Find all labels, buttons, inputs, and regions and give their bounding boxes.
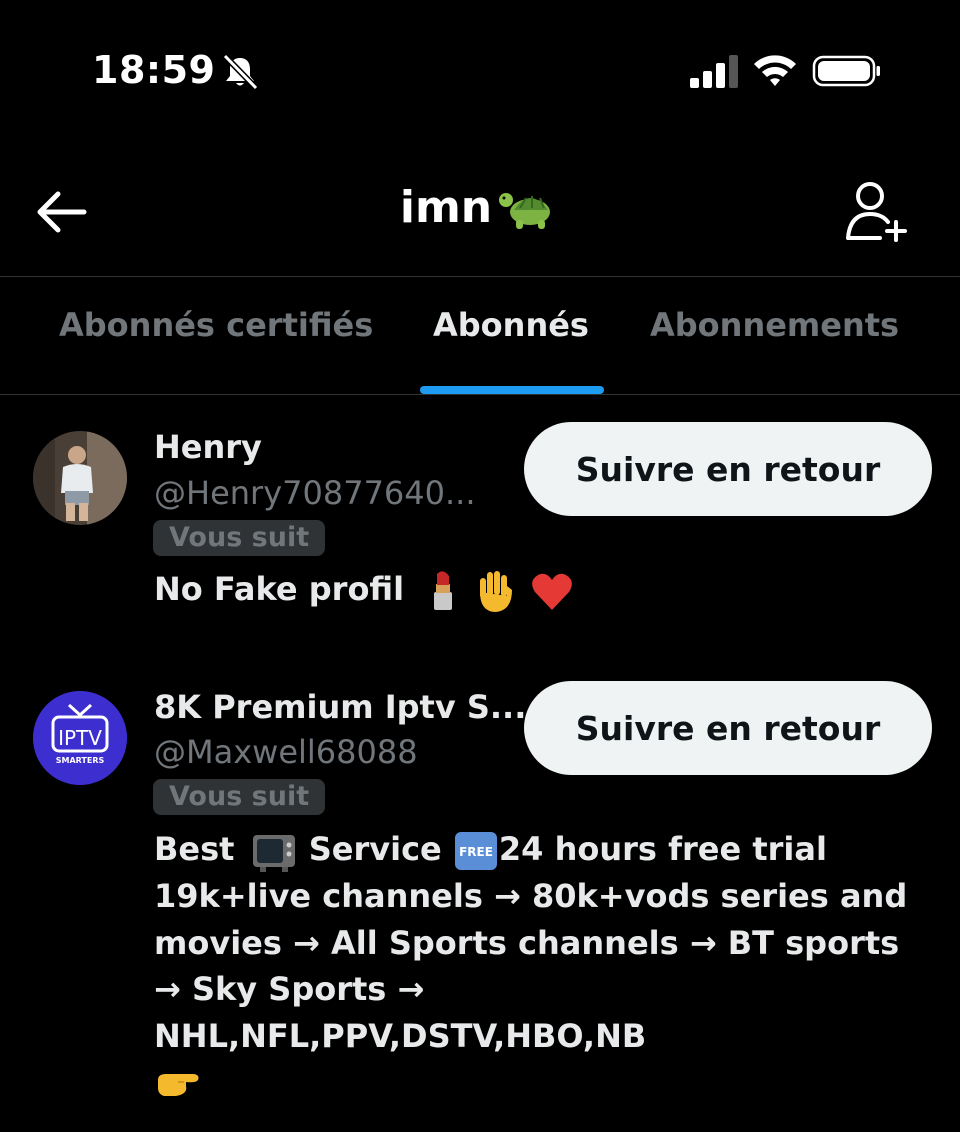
red-heart-emoji bbox=[531, 573, 572, 610]
tab-verified-followers[interactable]: Abonnés certifiés bbox=[59, 306, 373, 344]
tab-followers[interactable]: Abonnés bbox=[433, 306, 589, 344]
add-user-button[interactable] bbox=[840, 176, 912, 246]
bio-line-3: movies → All Sports channels → BT sports bbox=[154, 923, 900, 962]
header-divider bbox=[0, 276, 960, 277]
avatar-iptv-text: IPTV bbox=[58, 726, 102, 750]
television-emoji bbox=[252, 835, 295, 872]
signal-icon bbox=[690, 55, 738, 88]
bio-line-5: NHL,NFL,PPV,DSTV,HBO,NB bbox=[154, 1016, 647, 1055]
tabs-divider bbox=[0, 394, 960, 395]
battery-icon bbox=[812, 55, 880, 87]
avatar-iptv[interactable]: IPTV SMARTERS bbox=[33, 691, 127, 785]
pointing-right-emoji bbox=[158, 1074, 199, 1096]
turtle-emoji bbox=[499, 193, 551, 229]
follower-name[interactable]: Henry bbox=[154, 428, 262, 466]
bell-slash-icon bbox=[222, 53, 259, 91]
bio-line-1b: Service bbox=[308, 830, 442, 868]
follower-name[interactable]: 8K Premium Iptv S... bbox=[154, 688, 526, 726]
tab-following[interactable]: Abonnements bbox=[650, 306, 899, 344]
active-tab-indicator bbox=[420, 386, 604, 394]
bio-text: No Fake profil bbox=[154, 570, 405, 608]
avatar-iptv-subtext: SMARTERS bbox=[56, 756, 105, 765]
bio-line-2: 19k+live channels → 80k+vods series and bbox=[154, 877, 908, 915]
avatar-henry[interactable] bbox=[33, 431, 127, 525]
follower-handle[interactable]: @Maxwell68088 bbox=[154, 733, 418, 771]
free-button-emoji: FREE bbox=[454, 832, 497, 870]
follower-bio: Best Service FREE 24 hours free trial 19… bbox=[154, 826, 934, 1106]
follows-you-badge: Vous suit bbox=[153, 779, 326, 815]
follow-back-button[interactable]: Suivre en retour bbox=[524, 422, 932, 516]
followers-screen: 18:59 imn Abonnés certifiés Abonnés Abon… bbox=[0, 0, 960, 1132]
lipstick-emoji bbox=[434, 571, 453, 610]
user-plus-icon bbox=[846, 182, 907, 242]
bio-line-4: → Sky Sports → bbox=[154, 970, 425, 1008]
raised-hand-emoji bbox=[480, 571, 513, 612]
wifi-icon bbox=[754, 55, 796, 86]
avatar-photo bbox=[33, 431, 127, 525]
follower-handle[interactable]: @Henry70877640... bbox=[154, 474, 476, 512]
follower-bio: No Fake profil bbox=[154, 566, 934, 614]
follow-back-button[interactable]: Suivre en retour bbox=[524, 681, 932, 775]
free-button-label: FREE bbox=[459, 845, 493, 859]
follows-you-badge: Vous suit bbox=[153, 520, 326, 556]
bio-line-1a: Best bbox=[154, 830, 235, 868]
bio-line-1c: 24 hours free trial bbox=[498, 830, 827, 868]
page-title: imn bbox=[0, 182, 960, 234]
status-time: 18:59 bbox=[92, 48, 216, 92]
page-title-text: imn bbox=[399, 182, 493, 233]
iptv-logo-icon: IPTV SMARTERS bbox=[33, 691, 127, 785]
